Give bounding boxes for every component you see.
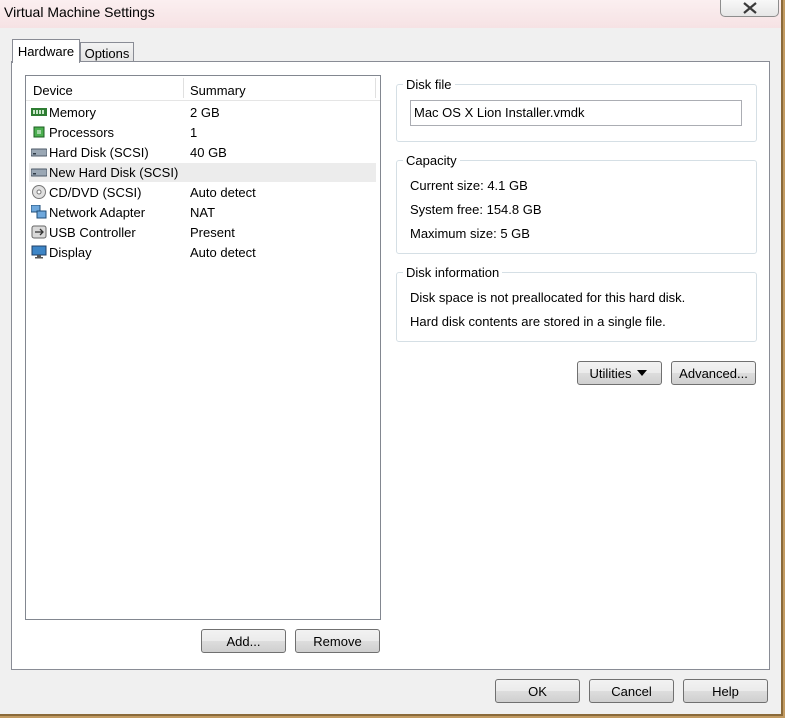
device-summary: Auto detect (190, 185, 256, 200)
settings-window: Virtual Machine Settings Hardware Option… (0, 0, 783, 716)
remove-device-button[interactable]: Remove (295, 629, 380, 653)
device-row-display[interactable]: Display Auto detect (29, 243, 376, 262)
disk-info-line-2: Hard disk contents are stored in a singl… (410, 314, 666, 329)
device-name: CD/DVD (SCSI) (49, 185, 142, 200)
device-row-cd-dvd[interactable]: CD/DVD (SCSI) Auto detect (29, 183, 376, 202)
utilities-button[interactable]: Utilities (577, 361, 662, 385)
device-name: Processors (49, 125, 115, 140)
tab-options[interactable]: Options (80, 42, 134, 63)
usb-icon (31, 225, 47, 239)
current-size-value: 4.1 GB (487, 178, 528, 193)
column-divider[interactable] (375, 78, 376, 98)
cancel-button[interactable]: Cancel (589, 679, 674, 703)
help-button[interactable]: Help (683, 679, 768, 703)
disk-file-group: Disk file Mac OS X Lion Installer.vmdk (396, 77, 757, 142)
device-row-network-adapter[interactable]: Network Adapter NAT (29, 203, 376, 222)
device-row-usb-controller[interactable]: USB Controller Present (29, 223, 376, 242)
device-summary: NAT (190, 205, 216, 220)
device-summary: Present (190, 225, 235, 240)
disk-information-legend: Disk information (403, 265, 503, 280)
disk-file-field[interactable]: Mac OS X Lion Installer.vmdk (410, 100, 742, 126)
system-free-label: System free: (410, 202, 483, 217)
system-free-value: 154.8 GB (486, 202, 542, 217)
close-button[interactable] (720, 0, 779, 17)
hard-disk-icon (31, 168, 47, 177)
display-icon (31, 245, 47, 259)
advanced-button[interactable]: Advanced... (671, 361, 756, 385)
disk-file-legend: Disk file (403, 77, 455, 92)
window-title: Virtual Machine Settings (4, 4, 155, 20)
capacity-group: Capacity Current size: 4.1 GB System fre… (396, 153, 757, 254)
device-row-memory[interactable]: Memory 2 GB (29, 103, 376, 122)
memory-icon (31, 108, 47, 116)
device-name: Hard Disk (SCSI) (49, 145, 149, 160)
device-row-new-hard-disk[interactable]: New Hard Disk (SCSI) (29, 163, 376, 182)
maximum-size-line: Maximum size: 5 GB (410, 226, 530, 241)
device-name: Display (49, 245, 92, 260)
hard-disk-icon (31, 148, 47, 157)
device-name: USB Controller (49, 225, 136, 240)
add-device-button[interactable]: Add... (201, 629, 286, 653)
device-summary: 2 GB (190, 105, 220, 120)
maximum-size-label: Maximum size: (410, 226, 497, 241)
maximum-size-value: 5 GB (500, 226, 530, 241)
title-bar: Virtual Machine Settings (0, 0, 781, 28)
column-header-summary[interactable]: Summary (190, 83, 246, 98)
disk-information-group: Disk information Disk space is not preal… (396, 265, 757, 342)
device-name: Network Adapter (49, 205, 146, 220)
dropdown-arrow-icon (637, 370, 648, 376)
ok-button[interactable]: OK (495, 679, 580, 703)
column-header-device[interactable]: Device (33, 83, 73, 98)
device-summary: Auto detect (190, 245, 256, 260)
system-free-line: System free: 154.8 GB (410, 202, 542, 217)
tab-hardware[interactable]: Hardware (12, 39, 80, 63)
capacity-legend: Capacity (403, 153, 460, 168)
current-size-label: Current size: (410, 178, 484, 193)
device-row-hard-disk[interactable]: Hard Disk (SCSI) 40 GB (29, 143, 376, 162)
utilities-label: Utilities (589, 365, 632, 381)
current-size-line: Current size: 4.1 GB (410, 178, 528, 193)
device-summary: 40 GB (190, 145, 227, 160)
cd-dvd-icon (32, 185, 46, 199)
hardware-tab-panel: Device Summary Memory 2 GB Processors 1 … (11, 61, 770, 670)
device-list[interactable]: Device Summary Memory 2 GB Processors 1 … (25, 75, 381, 620)
device-row-processors[interactable]: Processors 1 (29, 123, 376, 142)
device-summary: 1 (190, 125, 198, 140)
disk-info-line-1: Disk space is not preallocated for this … (410, 290, 686, 305)
column-divider[interactable] (183, 78, 184, 98)
processor-icon (33, 126, 45, 138)
close-icon (742, 2, 757, 14)
device-name: Memory (49, 105, 96, 120)
device-name: New Hard Disk (SCSI) (49, 165, 179, 180)
device-list-header: Device Summary (26, 76, 380, 101)
network-adapter-icon (31, 205, 47, 219)
